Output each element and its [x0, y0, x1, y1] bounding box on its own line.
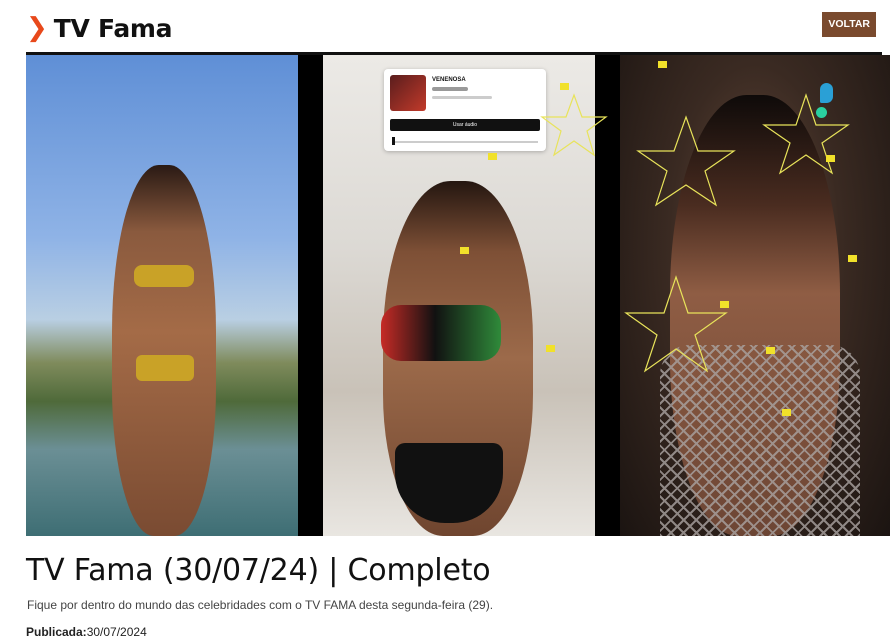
exclamation-logo-icon: [814, 83, 834, 121]
section-title-text: TV Fama: [53, 14, 173, 43]
back-button[interactable]: VOLTAR: [822, 12, 876, 37]
section-title: ❯ TV Fama: [26, 12, 173, 43]
section-header: ❯ TV Fama VOLTAR: [26, 12, 878, 54]
video-player[interactable]: VENENOSA Usar áudio: [26, 55, 890, 536]
sparkle-overlay: [540, 93, 850, 373]
article-summary: Fique por dentro do mundo das celebridad…: [27, 598, 494, 612]
chevron-right-icon: ❯: [26, 12, 48, 43]
article-title: TV Fama (30/07/24) | Completo: [26, 553, 491, 588]
published-info: Publicada:30/07/2024: [26, 625, 147, 639]
published-date: 30/07/2024: [86, 625, 147, 639]
published-label: Publicada:: [26, 625, 87, 639]
